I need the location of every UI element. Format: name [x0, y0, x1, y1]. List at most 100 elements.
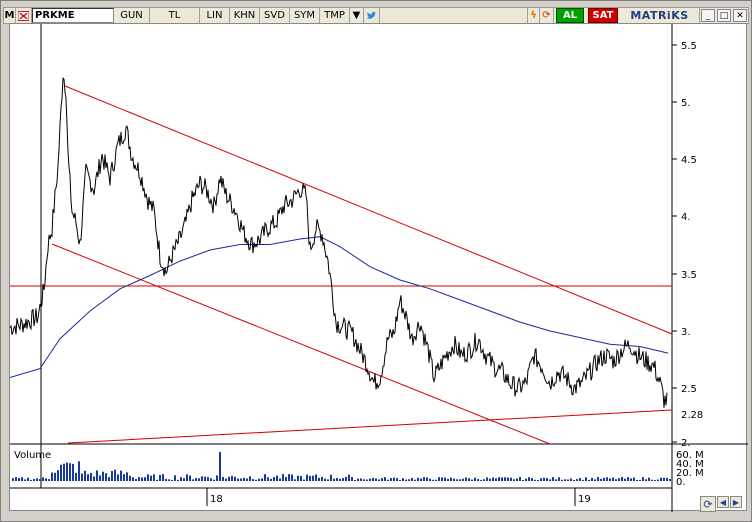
- volume-bar: [141, 477, 143, 481]
- close-window-icon[interactable]: ✕: [733, 9, 747, 22]
- currency-button[interactable]: TL: [150, 8, 200, 23]
- volume-bar: [621, 477, 623, 481]
- template-button[interactable]: TMP: [320, 8, 350, 23]
- khn-button[interactable]: KHN: [230, 8, 260, 23]
- volume-bar: [258, 478, 260, 481]
- volume-bar: [159, 475, 161, 481]
- linear-scale-button[interactable]: LIN: [200, 8, 230, 23]
- volume-bar: [420, 478, 422, 481]
- volume-bar: [450, 477, 452, 481]
- flash-icon[interactable]: ϟ: [528, 8, 540, 23]
- volume-bar: [423, 477, 425, 481]
- volume-bar: [12, 478, 14, 481]
- volume-bar: [69, 463, 71, 481]
- close-icon[interactable]: [16, 8, 32, 23]
- volume-bar: [564, 479, 566, 481]
- volume-bar: [234, 476, 236, 481]
- volume-bar: [96, 470, 98, 481]
- volume-bar: [270, 478, 272, 481]
- y-tick-label: 5.: [681, 98, 691, 109]
- volume-bar: [651, 479, 653, 481]
- volume-bar: [666, 477, 668, 481]
- volume-bar: [135, 479, 137, 481]
- volume-bar: [627, 477, 629, 481]
- volume-bar: [144, 477, 146, 481]
- chart-area[interactable]: 5.5 5. 4.5 4. 3.5 3. 2.5 2. 2.28 60. M 4…: [9, 23, 748, 512]
- left-arrow-icon[interactable]: ◀: [717, 496, 729, 508]
- volume-bar: [81, 473, 83, 481]
- volume-bar: [180, 477, 182, 481]
- volume-bar: [84, 470, 86, 481]
- volume-bar: [414, 479, 416, 481]
- volume-bar: [111, 471, 113, 481]
- volume-bar: [93, 476, 95, 481]
- period-button[interactable]: GUN: [114, 8, 150, 23]
- volume-bar: [192, 479, 194, 481]
- maximize-icon[interactable]: □: [717, 9, 731, 22]
- volume-bar: [186, 474, 188, 481]
- svd-button[interactable]: SVD: [260, 8, 290, 23]
- volume-bar: [393, 477, 395, 481]
- volume-bar: [447, 478, 449, 481]
- menu-button[interactable]: M: [4, 8, 16, 23]
- volume-bar: [132, 477, 134, 481]
- minimize-icon[interactable]: _: [701, 9, 715, 22]
- volume-bar: [27, 477, 29, 481]
- price-chart[interactable]: 5.5 5. 4.5 4. 3.5 3. 2.5 2. 2.28 60. M 4…: [10, 24, 748, 512]
- volume-bar: [300, 476, 302, 481]
- volume-bar: [285, 477, 287, 481]
- volume-bar: [543, 477, 545, 481]
- twitter-bird-icon[interactable]: [364, 8, 380, 23]
- volume-bar: [303, 479, 305, 481]
- volume-bar: [462, 478, 464, 481]
- volume-bar: [39, 479, 41, 481]
- volume-bar: [561, 479, 563, 481]
- volume-bar: [498, 477, 500, 481]
- sym-button[interactable]: SYM: [290, 8, 320, 23]
- volume-bar: [480, 479, 482, 481]
- volume-bar: [294, 479, 296, 481]
- sell-button[interactable]: SAT: [588, 8, 618, 23]
- volume-bar: [615, 479, 617, 481]
- volume-bar: [246, 478, 248, 481]
- last-price-label: 2.28: [681, 410, 703, 421]
- volume-bar: [315, 474, 317, 481]
- volume-bar: [552, 477, 554, 481]
- volume-bar: [396, 478, 398, 481]
- volume-bar: [87, 474, 89, 481]
- volume-bar: [618, 478, 620, 481]
- refresh-icon[interactable]: ⟳: [700, 496, 716, 512]
- volume-bar: [513, 479, 515, 481]
- matriks-logo: MATRiKS: [620, 8, 700, 23]
- volume-bar: [288, 474, 290, 481]
- volume-bar: [486, 477, 488, 481]
- volume-bar: [243, 477, 245, 481]
- volume-bar: [465, 477, 467, 481]
- volume-bar: [105, 473, 107, 481]
- volume-bar: [609, 478, 611, 481]
- volume-bar: [90, 472, 92, 481]
- volume-bar: [42, 477, 44, 481]
- volume-bar: [228, 476, 230, 481]
- volume-bar: [354, 480, 356, 481]
- symbol-input[interactable]: PRKME: [32, 8, 114, 23]
- volume-bar: [72, 463, 74, 481]
- volume-bar: [399, 479, 401, 481]
- buy-button[interactable]: AL: [556, 8, 584, 23]
- volume-bar: [204, 476, 206, 481]
- volume-bar: [378, 479, 380, 481]
- volume-bar: [654, 480, 656, 481]
- volume-bar: [567, 479, 569, 481]
- volume-bar: [219, 452, 221, 481]
- volume-bar: [657, 479, 659, 481]
- dropdown-icon[interactable]: ▼: [350, 8, 364, 23]
- volume-bar: [408, 479, 410, 481]
- volume-bar: [630, 478, 632, 481]
- volume-bar: [330, 474, 332, 481]
- right-arrow-icon[interactable]: ▶: [730, 496, 742, 508]
- refresh-icon[interactable]: ⟳: [540, 8, 554, 23]
- chart-nav: ⟳ ◀ ▶: [700, 496, 742, 512]
- volume-bar: [426, 477, 428, 481]
- volume-bar: [309, 475, 311, 481]
- volume-bar: [531, 478, 533, 481]
